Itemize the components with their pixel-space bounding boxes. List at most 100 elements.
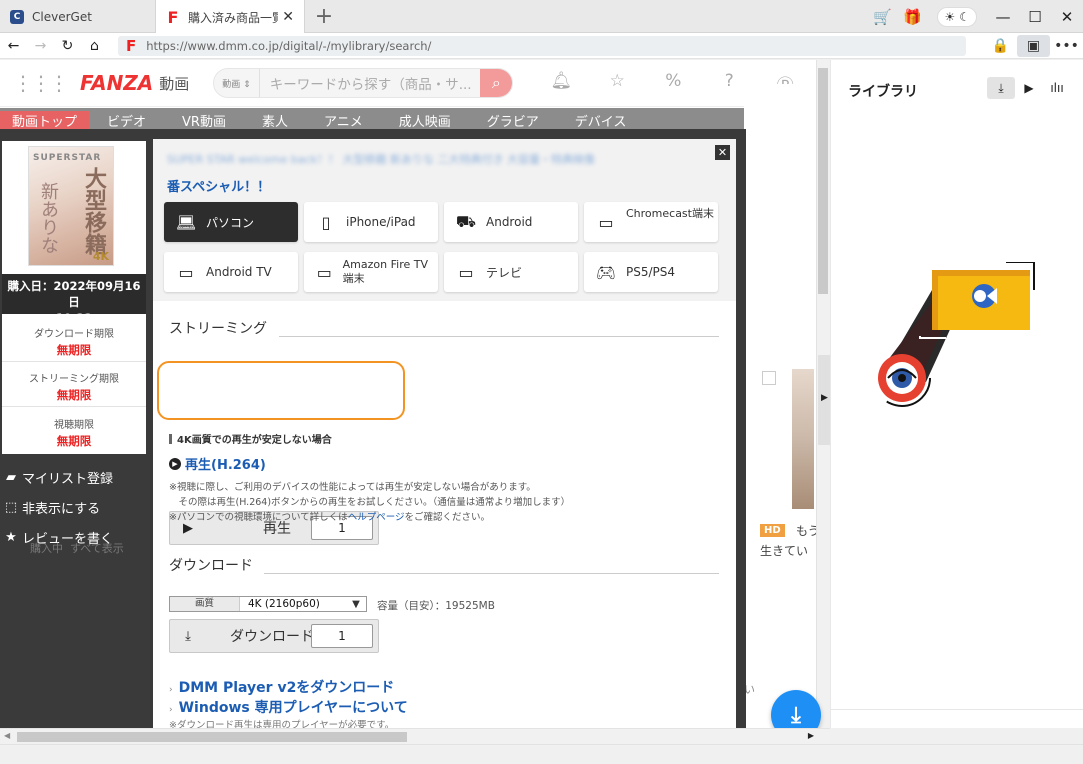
windows-player-link[interactable]: › Windows 専用プレイヤーについて xyxy=(169,697,408,717)
video-thumbnail[interactable] xyxy=(792,369,814,509)
quality-value: 4K (2160p60) xyxy=(248,598,320,610)
download-button[interactable]: ⤓ ダウンロード 1 xyxy=(169,619,379,653)
device-pc[interactable]: 💻︎ パソコン xyxy=(164,202,298,242)
cover-text: SUPERSTAR xyxy=(33,153,102,163)
gamepad-icon: 🎮︎ xyxy=(595,262,617,282)
bell-icon[interactable]: 🔔︎ xyxy=(533,71,589,96)
divider xyxy=(279,336,719,337)
tab-bar: C CleverGet F 購入済み商品一覧 ✕ + 🛒 🎁 ☀ ☾ — ☐ ✕ xyxy=(0,0,1083,34)
close-tab-icon[interactable]: ✕ xyxy=(282,9,294,25)
audio-tab-icon[interactable]: ılıı xyxy=(1043,77,1071,99)
coupon-icon[interactable]: % xyxy=(645,71,701,96)
device-iphone[interactable]: ▯ iPhone/iPad xyxy=(304,202,438,242)
tab-purchased-list[interactable]: F 購入済み商品一覧 ✕ xyxy=(155,0,305,34)
device-android-tv[interactable]: ▭ Android TV xyxy=(164,252,298,292)
viewing-limit: 視聴期限 無期限 xyxy=(2,409,146,453)
gift-icon[interactable]: 🎁 xyxy=(897,8,927,26)
select-checkbox[interactable] xyxy=(762,371,776,385)
caret-right-icon: ▶ xyxy=(821,393,828,403)
fine-text: ※パソコンでの視聴環境について詳しくは xyxy=(169,512,348,523)
chevron-right-icon: › xyxy=(169,705,173,715)
logo-subtitle: 動画 xyxy=(159,74,190,93)
theme-toggle[interactable]: ☀ ☾ xyxy=(937,6,977,27)
limit-label: ストリーミング期限 xyxy=(29,374,119,385)
laptop-icon: 💻︎ xyxy=(175,212,197,232)
lock-icon[interactable]: 🔒 xyxy=(984,38,1017,54)
action-label: 非表示にする xyxy=(22,501,101,517)
device-chromecast[interactable]: ▭ Chromecast端末 xyxy=(584,202,718,242)
purchase-date-text: 購入日：2022年09月16日 xyxy=(7,279,141,309)
device-label: Android xyxy=(486,215,533,229)
dmm-player-link[interactable]: › DMM Player v2をダウンロード xyxy=(169,677,394,697)
scroll-thumb[interactable] xyxy=(17,732,407,742)
hide-button[interactable]: ⬚ 非表示にする xyxy=(0,492,150,522)
video-tab-icon[interactable]: ▶ xyxy=(1015,77,1043,99)
fanza-favicon-icon: F xyxy=(167,7,179,27)
url-field[interactable]: F https://www.dmm.co.jp/digital/-/mylibr… xyxy=(118,36,966,56)
site-header: ⋮⋮⋮ FANZA 動画 動画 ⇕ キーワードから探す（商品・サ... ⌕ 🔔︎… xyxy=(0,60,816,107)
search-icon[interactable]: ⌕ xyxy=(480,69,513,97)
item-title[interactable]: 生きてい xyxy=(760,542,808,559)
empty-library-illustration xyxy=(873,262,1035,407)
scroll-right-icon[interactable]: ▶ xyxy=(808,731,814,740)
device-tv[interactable]: ▭ テレビ xyxy=(444,252,578,292)
tab-cleverget[interactable]: C CleverGet xyxy=(0,0,155,33)
new-tab-icon[interactable]: + xyxy=(313,4,335,29)
device-label: Android TV xyxy=(206,265,272,279)
star-icon[interactable]: ☆ xyxy=(589,71,645,96)
tv-icon: ▭ xyxy=(598,213,614,232)
help-page-link[interactable]: ヘルプページ xyxy=(348,512,405,523)
search-input[interactable]: キーワードから探す（商品・サ... xyxy=(260,73,481,93)
download-tab-icon[interactable]: ⤓ xyxy=(987,77,1015,99)
grid-menu-icon[interactable]: ⋮⋮⋮ xyxy=(0,71,80,95)
maximize-icon[interactable]: ☐ xyxy=(1019,8,1051,26)
horizontal-scrollbar[interactable]: ◀ ▶ xyxy=(0,728,830,744)
cover-image: SUPERSTAR 大型移籍 新ありな 4K xyxy=(28,146,114,266)
download-count: 1 xyxy=(311,624,373,648)
library-tabs: ⤓ ▶ ılıı xyxy=(987,77,1071,99)
device-android[interactable]: ⛟ Android xyxy=(444,202,578,242)
minimize-icon[interactable]: — xyxy=(987,8,1019,26)
cover-badge: 4K xyxy=(92,250,109,263)
streaming-limit: ストリーミング期限 無期限 xyxy=(2,363,146,407)
device-fire-tv[interactable]: ▭ Amazon Fire TV 端末 xyxy=(304,252,438,292)
device-label: iPhone/iPad xyxy=(346,215,416,229)
forward-icon[interactable]: → xyxy=(27,38,54,54)
scroll-left-icon[interactable]: ◀ xyxy=(4,731,10,740)
limit-label: 視聴期限 xyxy=(54,420,94,431)
4k-note: 4K画質での再生が安定しない場合 xyxy=(169,431,332,446)
back-icon[interactable]: ← xyxy=(0,38,27,54)
chevron-down-icon: ▼ xyxy=(352,598,360,610)
reload-icon[interactable]: ↻ xyxy=(54,38,81,54)
cart-icon[interactable]: 🛒 xyxy=(867,8,897,26)
close-modal-icon[interactable]: ✕ xyxy=(715,145,730,160)
status-bar xyxy=(0,744,1083,764)
play-icon: ▶ xyxy=(169,457,181,470)
device-label: PS5/PS4 xyxy=(626,265,676,279)
library-title: ライブラリ xyxy=(848,84,918,100)
download-limit: ダウンロード期限 無期限 xyxy=(2,318,146,362)
vertical-scrollbar[interactable] xyxy=(818,68,828,294)
device-ps[interactable]: 🎮︎ PS5/PS4 xyxy=(584,252,718,292)
home-icon[interactable]: ⌂ xyxy=(81,38,108,54)
device-label: Amazon Fire TV 端末 xyxy=(342,258,428,285)
limit-value: 無期限 xyxy=(56,388,92,402)
play-h264-link[interactable]: ▶ 再生(H.264) xyxy=(169,454,266,473)
product-title-blurred: SUPER STAR welcome back！！ 大型移籍 新ありな 二大特典… xyxy=(167,153,595,165)
search-category-select[interactable]: 動画 ⇕ xyxy=(214,69,260,97)
divider xyxy=(264,573,719,574)
fanza-logo[interactable]: FANZA xyxy=(80,71,153,95)
download-icon: ⤓ xyxy=(791,702,801,728)
more-menu-icon[interactable]: ••• xyxy=(1050,38,1083,54)
site-favicon-icon: F xyxy=(126,37,137,55)
fine-print: ※視聴に際し、ご利用のデバイスの性能によっては再生が安定しない場合があります。 xyxy=(169,482,536,493)
quality-select[interactable]: 画質 4K (2160p60) ▼ xyxy=(169,596,367,612)
device-label: Chromecast端末 xyxy=(626,207,714,220)
side-actions: ▰ マイリスト登録 ⬚ 非表示にする ★ レビューを書く xyxy=(0,462,150,552)
mylist-button[interactable]: ▰ マイリスト登録 xyxy=(0,462,150,492)
device-label: パソコン xyxy=(206,215,255,230)
close-window-icon[interactable]: ✕ xyxy=(1051,8,1083,26)
hide-icon: ⬚ xyxy=(4,499,18,515)
phone-icon: ▯ xyxy=(321,212,331,232)
video-download-icon[interactable]: ▣ xyxy=(1017,35,1050,57)
